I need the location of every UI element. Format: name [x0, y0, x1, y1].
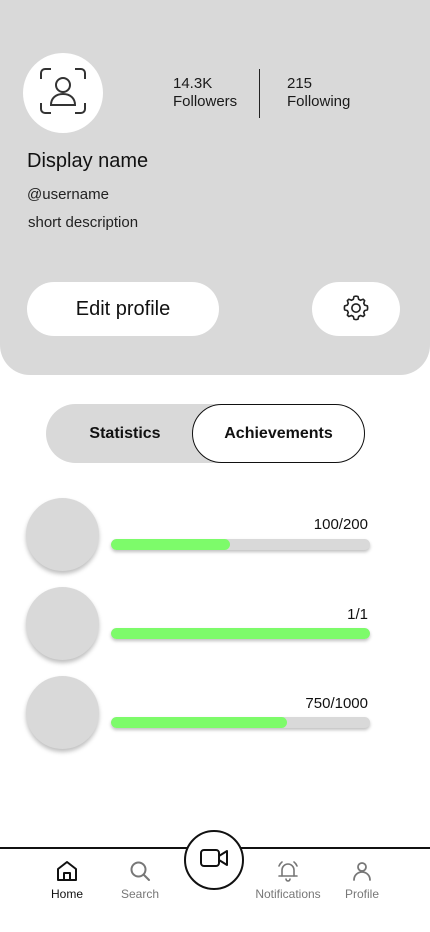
- achievement-value: 750/1000: [305, 695, 368, 712]
- nav-notifications[interactable]: Notifications: [248, 859, 328, 919]
- achievement-value: 100/200: [313, 516, 368, 533]
- video-camera-icon: [199, 847, 229, 874]
- achievement-badge: [26, 587, 99, 660]
- record-video-button[interactable]: [184, 830, 244, 890]
- avatar[interactable]: [23, 53, 103, 133]
- home-icon: [55, 859, 79, 883]
- followers-stat[interactable]: 14.3K Followers: [173, 75, 237, 111]
- achievement-badge: [26, 676, 99, 749]
- nav-home[interactable]: Home: [27, 859, 107, 919]
- achievement-progress-fill: [111, 628, 370, 639]
- settings-button[interactable]: [312, 282, 400, 336]
- nav-search[interactable]: Search: [100, 859, 180, 919]
- achievement-value: 1/1: [347, 606, 368, 623]
- achievement-row[interactable]: 750/1000: [0, 676, 430, 756]
- nav-profile[interactable]: Profile: [322, 859, 402, 919]
- achievement-row[interactable]: 1/1: [0, 587, 430, 667]
- profile-header: 14.3K Followers 215 Following Display na…: [0, 0, 430, 375]
- nav-home-label: Home: [50, 887, 83, 901]
- achievement-row[interactable]: 100/200: [0, 498, 430, 578]
- following-count: 215: [287, 75, 313, 92]
- display-name: Display name: [27, 150, 149, 172]
- user-placeholder-icon: [38, 66, 88, 121]
- nav-profile-label: Profile: [344, 887, 379, 901]
- followers-count: 14.3K: [173, 75, 213, 92]
- gear-icon: [341, 293, 371, 326]
- achievement-progress-fill: [111, 717, 288, 728]
- nav-search-label: Search: [120, 887, 160, 901]
- stat-divider: [259, 69, 260, 118]
- followers-label: Followers: [173, 93, 238, 110]
- achievement-progress-bar: [111, 717, 370, 728]
- nav-notifications-label: Notifications: [255, 887, 321, 901]
- tab-achievements[interactable]: Achievements: [192, 404, 365, 463]
- achievement-progress-bar: [111, 628, 370, 639]
- username: @username: [27, 186, 109, 203]
- profile-description: short description: [28, 214, 139, 231]
- edit-profile-button[interactable]: Edit profile: [27, 282, 219, 336]
- following-label: Following: [287, 93, 351, 110]
- achievement-progress-bar: [111, 539, 370, 550]
- search-icon: [128, 859, 152, 883]
- achievement-progress-fill: [111, 539, 231, 550]
- achievement-badge: [26, 498, 99, 571]
- profile-tabs: Statistics Achievements: [46, 404, 365, 463]
- person-icon: [350, 859, 374, 883]
- tab-statistics[interactable]: Statistics: [46, 404, 204, 463]
- following-stat[interactable]: 215 Following: [287, 75, 350, 111]
- bell-icon: [275, 859, 301, 883]
